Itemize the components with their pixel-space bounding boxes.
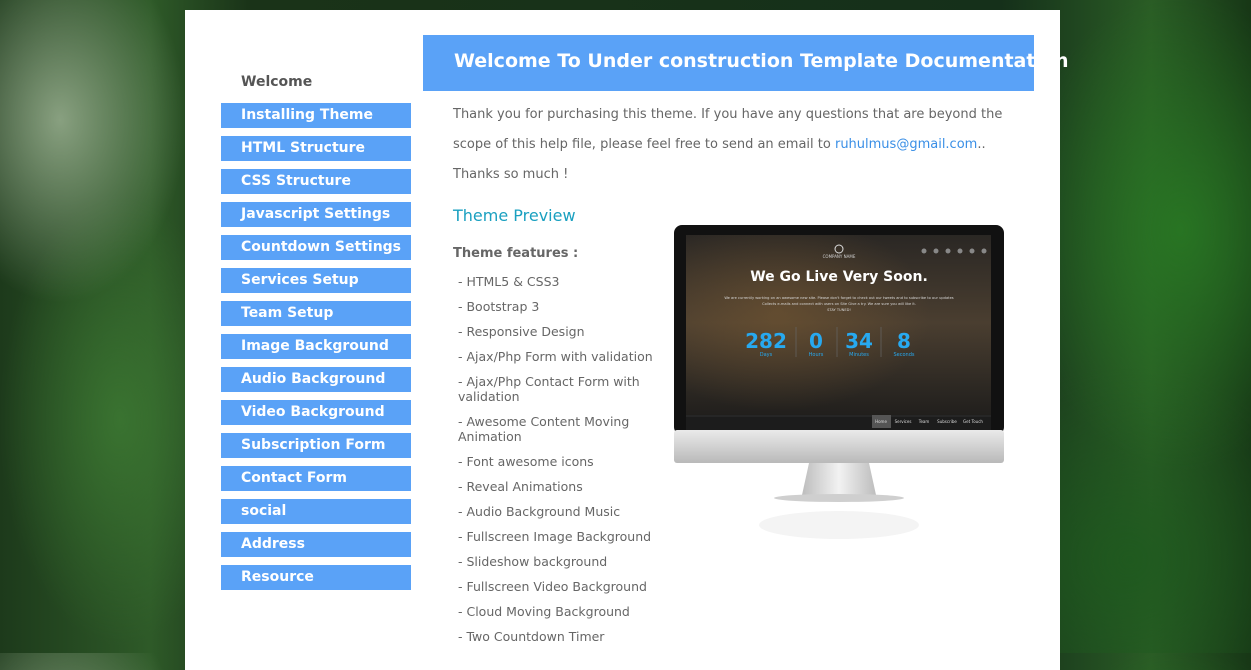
sidebar-item-resource[interactable]: Resource [221, 565, 411, 590]
feature-item: - Fullscreen Image Background [458, 529, 652, 544]
screen-nav-item: Home [875, 419, 887, 424]
sidebar-item-welcome[interactable]: Welcome [221, 70, 411, 95]
feature-item: - Fullscreen Video Background [458, 579, 647, 594]
sidebar-item-css-structure[interactable]: CSS Structure [221, 169, 411, 194]
sidebar-nav: Welcome Installing Theme HTML Structure … [221, 70, 411, 598]
social-icon [969, 248, 975, 254]
feature-item: - Awesome Content Moving Animation [458, 414, 630, 444]
sidebar-item-team-setup[interactable]: Team Setup [221, 301, 411, 326]
screen-company: COMPANY NAME [823, 254, 856, 259]
countdown-minutes-label: Minutes [849, 352, 869, 358]
social-icon [945, 248, 951, 254]
screen-headline: We Go Live Very Soon. [750, 269, 928, 285]
screen-blurb: STAY TUNED! [827, 308, 851, 312]
social-icon [981, 248, 987, 254]
sidebar-item-installing-theme[interactable]: Installing Theme [221, 103, 411, 128]
countdown-seconds-label: Seconds [893, 352, 914, 358]
screen-nav-item: Services [895, 419, 912, 424]
countdown-minutes-value: 34 [845, 329, 873, 353]
monitor-chin [674, 430, 1004, 463]
monitor-stand [802, 463, 876, 495]
feature-item: - Ajax/Php Contact Form with validation [458, 374, 640, 404]
feature-item: - Slideshow background [458, 554, 608, 569]
screen-blurb: We are currently working on an awesome n… [724, 296, 953, 300]
feature-item: - Responsive Design [458, 324, 585, 339]
page-title: Welcome To Under construction Template D… [454, 50, 1069, 72]
sidebar-item-subscription-form[interactable]: Subscription Form [221, 433, 411, 458]
sidebar-item-contact-form[interactable]: Contact Form [221, 466, 411, 491]
sidebar-item-image-background[interactable]: Image Background [221, 334, 411, 359]
feature-item: - Audio Background Music [458, 504, 621, 519]
countdown-days-value: 282 [745, 329, 787, 353]
content-panel: Welcome Installing Theme HTML Structure … [185, 10, 1069, 670]
feature-item: - Two Countdown Timer [458, 629, 605, 644]
feature-item: - Ajax/Php Form with validation [458, 349, 653, 364]
countdown-days-label: Days [760, 352, 773, 358]
social-icon [957, 248, 963, 254]
social-icon [933, 248, 939, 254]
sidebar-item-html-structure[interactable]: HTML Structure [221, 136, 411, 161]
countdown-hours-label: Hours [809, 352, 824, 358]
theme-preview-heading: Theme Preview [453, 206, 576, 225]
features-list: - HTML5 & CSS3 - Bootstrap 3 - Responsiv… [458, 274, 663, 654]
sidebar-item-address[interactable]: Address [221, 532, 411, 557]
sidebar-item-countdown-settings[interactable]: Countdown Settings [221, 235, 411, 260]
sidebar-item-audio-background[interactable]: Audio Background [221, 367, 411, 392]
sidebar-item-video-background[interactable]: Video Background [221, 400, 411, 425]
sidebar-item-javascript-settings[interactable]: Javascript Settings [221, 202, 411, 227]
screen-blurb: Collects e-mails and connect with users … [762, 302, 916, 306]
features-heading: Theme features : [453, 246, 579, 261]
feature-item: - HTML5 & CSS3 [458, 274, 560, 289]
feature-item: - Reveal Animations [458, 479, 583, 494]
screen-nav-item: Subscribe [937, 419, 957, 424]
feature-item: - Bootstrap 3 [458, 299, 540, 314]
social-icon [921, 248, 927, 254]
screen-nav-item: Team [918, 419, 930, 424]
countdown-seconds-value: 8 [897, 329, 911, 353]
email-link[interactable]: ruhulmus@gmail.com [835, 137, 977, 152]
feature-item: - Font awesome icons [458, 454, 594, 469]
monitor-preview-image: COMPANY NAME We Go Live Very Soon. We ar… [674, 225, 1004, 539]
page-header: Welcome To Under construction Template D… [423, 35, 1069, 91]
countdown-hours-value: 0 [809, 329, 823, 353]
screen-nav-item: Get Touch [963, 419, 983, 424]
sidebar-item-services-setup[interactable]: Services Setup [221, 268, 411, 293]
sidebar-item-social[interactable]: social [221, 499, 411, 524]
intro-paragraph: Thank you for purchasing this theme. If … [453, 100, 1013, 190]
feature-item: - Cloud Moving Background [458, 604, 630, 619]
